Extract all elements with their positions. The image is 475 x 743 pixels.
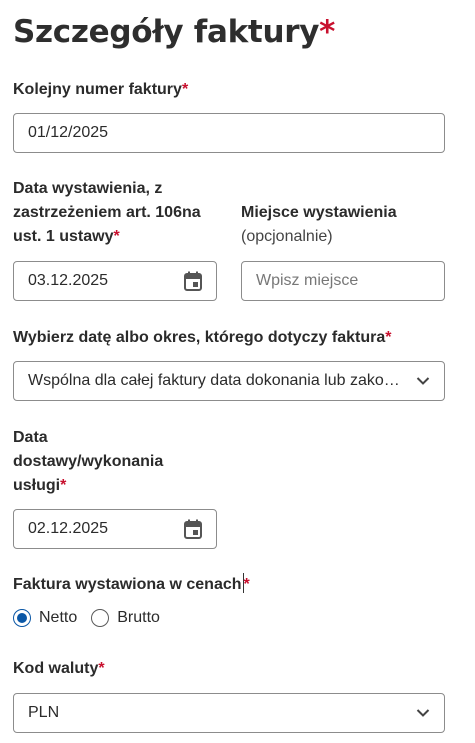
issue-date-input[interactable]: 03.12.2025 xyxy=(13,261,217,301)
required-mark: * xyxy=(385,329,392,346)
price-basis-label: Faktura wystawiona w cenach * xyxy=(13,573,250,597)
issue-date-label-line: ust. 1 ustawy xyxy=(13,228,114,245)
issue-place-placeholder: Wpisz miejsce xyxy=(256,272,359,289)
invoice-number-value: 01/12/2025 xyxy=(28,124,109,141)
issue-place-label: Miejsce wystawienia (opcjonalnie) xyxy=(241,201,461,249)
issue-date-label-line: zastrzeżeniem art. 106na xyxy=(13,204,201,221)
required-mark: * xyxy=(98,660,105,677)
required-mark: * xyxy=(243,576,250,593)
price-basis-radio-group: Netto Brutto xyxy=(13,609,174,627)
required-mark: * xyxy=(181,81,189,98)
radio-brutto[interactable]: Brutto xyxy=(91,609,160,627)
radio-netto[interactable]: Netto xyxy=(13,609,77,627)
issue-place-input[interactable]: Wpisz miejsce xyxy=(241,261,445,301)
issue-date-label-line: Data wystawienia, z xyxy=(13,180,163,197)
delivery-date-label-line: dostawy/wykonania xyxy=(13,453,164,470)
calendar-icon[interactable] xyxy=(184,519,202,539)
radio-netto-label: Netto xyxy=(39,609,78,626)
date-scope-selected-value: Wspólna dla całej faktury data dokonania… xyxy=(28,372,406,389)
issue-place-label-text: Miejsce wystawienia xyxy=(241,204,397,221)
page-title-text: Szczegóły faktury xyxy=(13,14,320,50)
delivery-date-input[interactable]: 02.12.2025 xyxy=(13,509,217,549)
chevron-down-icon xyxy=(416,377,430,385)
date-scope-select[interactable]: Wspólna dla całej faktury data dokonania… xyxy=(13,361,445,401)
delivery-date-label-line: usługi xyxy=(13,477,61,494)
radio-brutto-indicator[interactable] xyxy=(91,609,110,627)
date-scope-label-text: Wybierz datę albo okres, którego dotyczy… xyxy=(13,329,386,346)
required-mark: * xyxy=(113,228,120,245)
calendar-icon[interactable] xyxy=(184,271,202,291)
page-title: Szczegóły faktury* xyxy=(13,14,335,51)
invoice-number-label: Kolejny numer faktury* xyxy=(13,78,188,102)
currency-select[interactable]: PLN xyxy=(13,693,445,733)
currency-label-text: Kod waluty xyxy=(13,660,99,677)
radio-brutto-label: Brutto xyxy=(117,609,160,626)
date-scope-label: Wybierz datę albo okres, którego dotyczy… xyxy=(13,326,391,350)
radio-netto-checked-indicator[interactable] xyxy=(13,609,31,627)
invoice-number-input[interactable]: 01/12/2025 xyxy=(13,113,445,153)
delivery-date-label-line: Data xyxy=(13,429,48,446)
required-mark: * xyxy=(60,477,67,494)
optional-note: (opcjonalnie) xyxy=(241,228,333,245)
currency-selected-value: PLN xyxy=(28,704,60,721)
issue-date-label: Data wystawienia, z zastrzeżeniem art. 1… xyxy=(13,177,228,249)
delivery-date-label: Data dostawy/wykonania usługi* xyxy=(13,426,203,498)
chevron-down-icon xyxy=(416,709,430,717)
issue-date-value: 03.12.2025 xyxy=(28,272,109,289)
invoice-number-label-text: Kolejny numer faktury xyxy=(13,81,182,98)
delivery-date-value: 02.12.2025 xyxy=(28,520,109,537)
price-basis-label-text: Faktura wystawiona w cenach xyxy=(13,576,242,593)
required-mark: * xyxy=(319,14,336,50)
currency-label: Kod waluty* xyxy=(13,657,105,681)
